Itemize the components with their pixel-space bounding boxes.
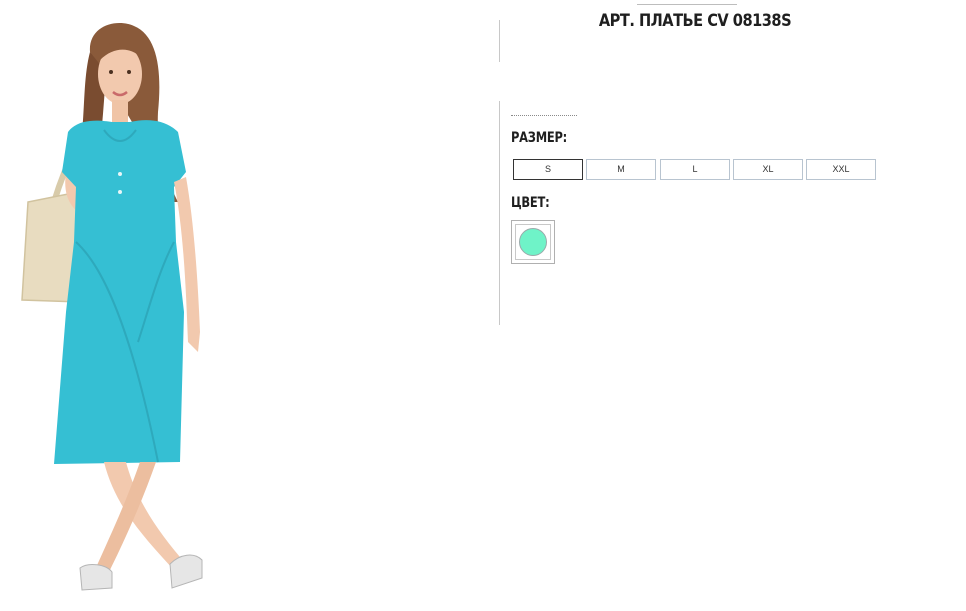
product-photo bbox=[8, 12, 228, 608]
size-option-l[interactable]: L bbox=[660, 159, 730, 180]
product-title: АРТ. ПЛАТЬЕ CV 08138S bbox=[598, 11, 792, 31]
size-option-s[interactable]: S bbox=[513, 159, 583, 180]
top-divider bbox=[637, 4, 737, 5]
color-swatch-mint[interactable] bbox=[511, 220, 555, 264]
vertical-divider-options bbox=[499, 101, 500, 325]
size-label: РАЗМЕР: bbox=[511, 130, 568, 146]
size-option-xl[interactable]: XL bbox=[733, 159, 803, 180]
color-swatch-dot bbox=[519, 228, 547, 256]
color-label: ЦВЕТ: bbox=[511, 195, 550, 211]
size-option-xxl[interactable]: XXL bbox=[806, 159, 876, 180]
dotted-separator bbox=[511, 115, 577, 116]
vertical-divider-top bbox=[499, 20, 500, 62]
color-swatch-frame bbox=[515, 224, 551, 260]
size-option-m[interactable]: M bbox=[586, 159, 656, 180]
